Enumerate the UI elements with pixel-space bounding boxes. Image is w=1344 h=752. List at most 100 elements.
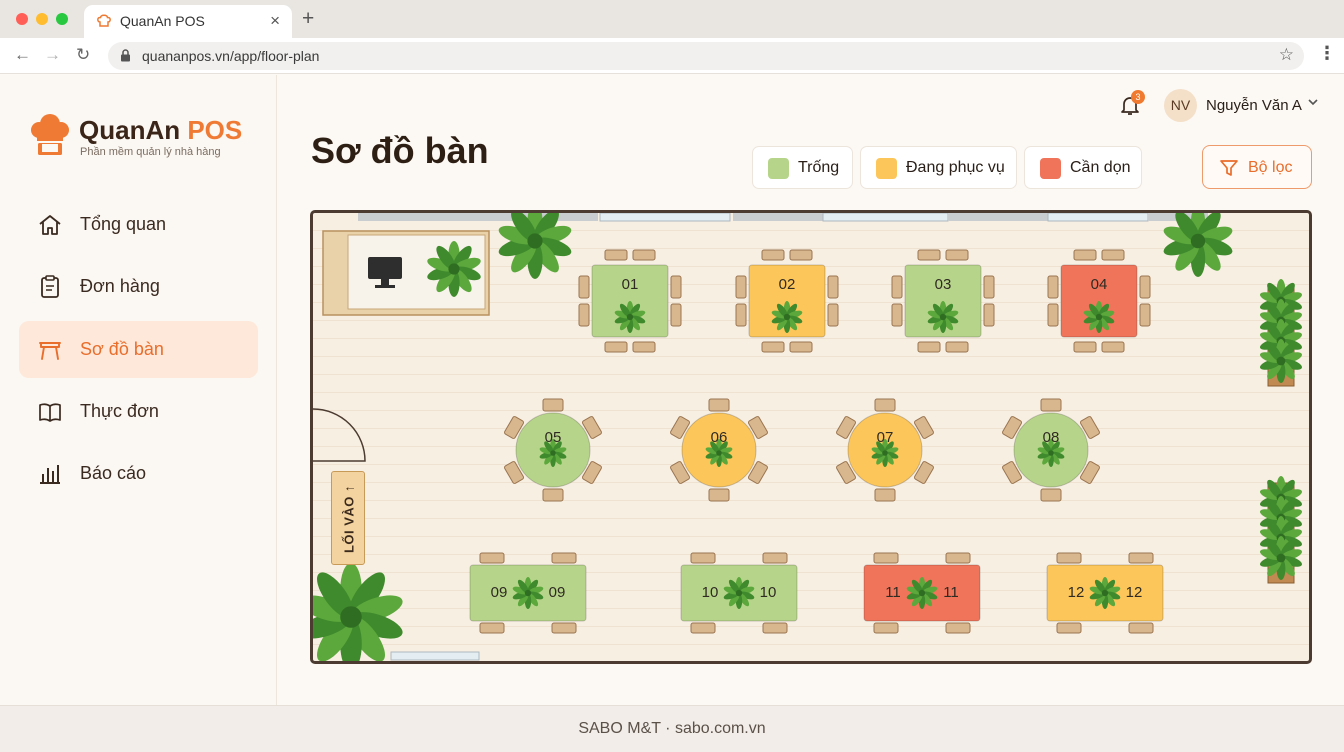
brand-name: QuanAn POS xyxy=(79,115,242,146)
legend-serving: Đang phục vụ xyxy=(860,146,1017,189)
chair xyxy=(670,275,682,299)
table-01[interactable] xyxy=(578,249,682,353)
forward-button[interactable]: → xyxy=(44,45,61,65)
chair xyxy=(945,622,971,634)
sidebar-item-menu[interactable]: Thực đơn xyxy=(19,383,258,440)
new-tab-button[interactable]: + xyxy=(302,7,314,31)
chair xyxy=(1040,488,1062,502)
table-number: 10 xyxy=(759,584,777,601)
chair xyxy=(479,622,505,634)
back-button[interactable]: ← xyxy=(14,45,31,65)
chair xyxy=(604,249,628,261)
legend-needs-cleaning: Cần dọn xyxy=(1024,146,1142,189)
chair xyxy=(1128,622,1154,634)
table-02[interactable] xyxy=(735,249,839,353)
filter-button[interactable]: Bộ lọc xyxy=(1202,145,1312,189)
window xyxy=(822,213,949,222)
sidebar-item-orders[interactable]: Đơn hàng xyxy=(19,258,258,315)
table-number: 09 xyxy=(490,584,508,601)
bookmark-star-icon[interactable]: ☆ xyxy=(1279,45,1294,65)
floor-plan-drawing xyxy=(313,213,1303,661)
book-icon xyxy=(39,403,61,422)
home-icon xyxy=(39,215,61,235)
table-08[interactable] xyxy=(1002,398,1100,502)
chair xyxy=(670,303,682,327)
chair xyxy=(1056,622,1082,634)
table-05[interactable] xyxy=(504,398,602,502)
chair xyxy=(1056,552,1082,564)
brand-name-accent: POS xyxy=(187,115,243,145)
footer: SABO M&T · sabo.com.vn xyxy=(0,705,1344,752)
table-number: 11 xyxy=(885,584,901,601)
chair xyxy=(1073,341,1097,353)
user-name[interactable]: Nguyễn Văn A xyxy=(1206,97,1302,114)
chair xyxy=(761,249,785,261)
door xyxy=(313,408,366,462)
chair xyxy=(578,303,590,327)
sidebar-item-label: Báo cáo xyxy=(80,463,147,483)
sidebar-item-overview[interactable]: Tổng quan xyxy=(19,196,258,253)
table-number: 02 xyxy=(778,276,796,293)
chair xyxy=(1128,552,1154,564)
legend-label: Cần dọn xyxy=(1070,159,1131,176)
table-number: 04 xyxy=(1090,276,1108,293)
chair xyxy=(551,622,577,634)
browser-tab[interactable]: QuanAn POS × xyxy=(84,5,292,38)
table-03[interactable] xyxy=(891,249,995,353)
table-number: 11 xyxy=(943,584,959,601)
chair xyxy=(1139,275,1151,299)
chair xyxy=(874,488,896,502)
table-04[interactable] xyxy=(1047,249,1151,353)
avatar[interactable]: NV xyxy=(1164,89,1197,122)
close-tab-icon[interactable]: × xyxy=(270,11,280,31)
table-number: 06 xyxy=(710,429,728,446)
close-window-button[interactable] xyxy=(16,13,28,25)
chair xyxy=(1040,398,1062,412)
address-bar[interactable]: quananpos.vn/app/floor-plan ☆ xyxy=(108,42,1304,70)
bar-chart-icon xyxy=(40,465,60,484)
sidebar-item-floor-plan[interactable]: Sơ đồ bàn xyxy=(19,321,258,378)
chair xyxy=(874,398,896,412)
url-text: quananpos.vn/app/floor-plan xyxy=(142,48,320,64)
legend-label: Đang phục vụ xyxy=(906,159,1005,176)
chair xyxy=(708,398,730,412)
chair xyxy=(1101,249,1125,261)
table-number: 12 xyxy=(1067,584,1085,601)
table-number: 07 xyxy=(876,429,894,446)
chair xyxy=(690,622,716,634)
chair xyxy=(542,488,564,502)
table-06[interactable] xyxy=(670,398,768,502)
brand-name-main: QuanAn xyxy=(79,115,181,145)
chair xyxy=(945,341,969,353)
window xyxy=(733,213,823,221)
sidebar-item-reports[interactable]: Báo cáo xyxy=(19,445,258,502)
tab-title: QuanAn POS xyxy=(120,13,205,29)
chair xyxy=(578,275,590,299)
legend-empty: Trống xyxy=(752,146,853,189)
chair xyxy=(945,552,971,564)
chair xyxy=(632,249,656,261)
chair xyxy=(873,552,899,564)
chevron-down-icon[interactable] xyxy=(1307,96,1319,110)
plant-icon xyxy=(1163,213,1233,277)
browser-menu-icon[interactable]: ⋮ xyxy=(1318,43,1336,64)
chair xyxy=(1047,303,1059,327)
chair xyxy=(917,249,941,261)
reload-button[interactable]: ↻ xyxy=(76,45,90,65)
window xyxy=(599,213,731,222)
chair xyxy=(632,341,656,353)
chef-hat-logo-icon xyxy=(28,113,72,162)
legend-label: Trống xyxy=(798,159,840,176)
maximize-window-button[interactable] xyxy=(56,13,68,25)
table-07[interactable] xyxy=(836,398,934,502)
chair xyxy=(873,622,899,634)
chair xyxy=(789,341,813,353)
clipboard-icon xyxy=(41,275,59,298)
page-title: Sơ đồ bàn xyxy=(311,130,489,171)
floor-plan: LỐI VÀO ↑ 01 02 03 04 05 06 07 08 09 09 10 10 11 11 12… xyxy=(310,210,1312,664)
minimize-window-button[interactable] xyxy=(36,13,48,25)
chair xyxy=(983,303,995,327)
legend-swatch-green xyxy=(768,158,789,179)
chair xyxy=(1047,275,1059,299)
window xyxy=(1047,213,1149,222)
